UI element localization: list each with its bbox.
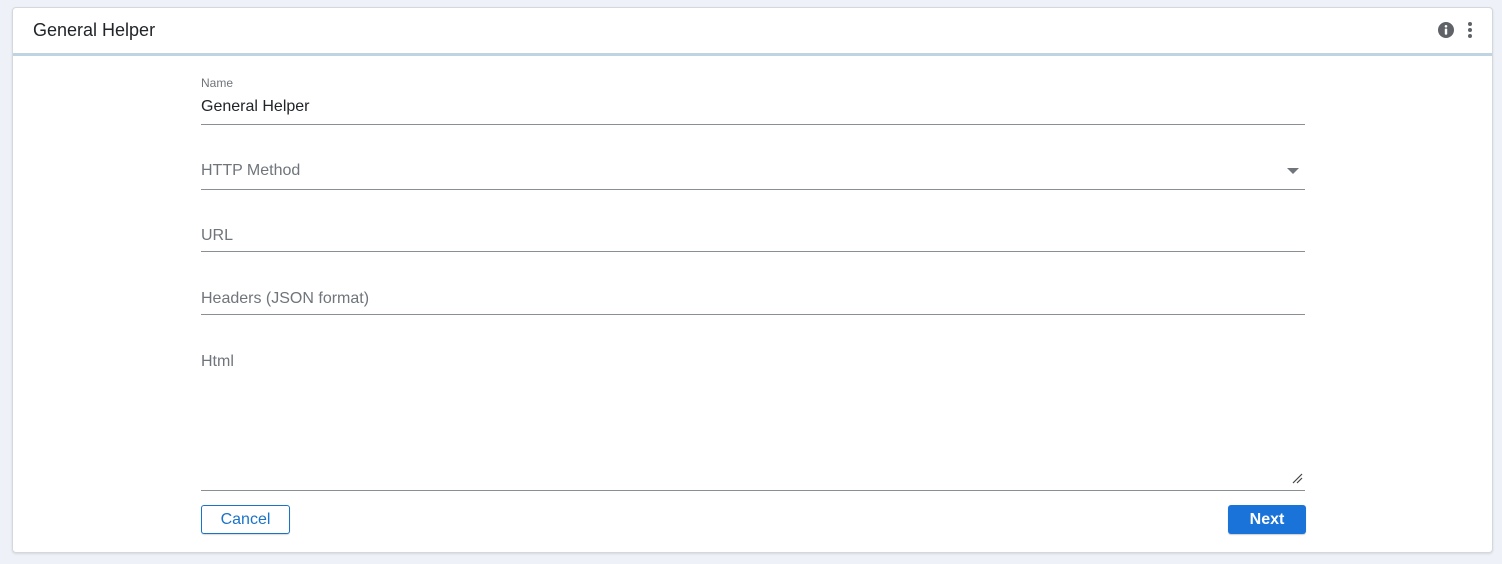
headers-field[interactable]: Headers (JSON format)	[201, 286, 1305, 315]
more-vertical-icon[interactable]	[1462, 21, 1478, 39]
resize-handle-icon[interactable]	[1291, 472, 1303, 484]
http-method-placeholder: HTTP Method	[201, 162, 301, 179]
next-button[interactable]: Next	[1228, 505, 1306, 534]
name-label: Name	[201, 76, 234, 90]
chevron-down-icon[interactable]	[1287, 168, 1299, 174]
card-header: General Helper	[13, 8, 1492, 56]
helper-card: General Helper Name General Helper HTTP …	[12, 7, 1493, 553]
headers-placeholder: Headers (JSON format)	[201, 290, 370, 307]
url-field[interactable]: URL	[201, 223, 1305, 252]
name-field[interactable]: Name General Helper	[201, 76, 1305, 125]
cancel-button[interactable]: Cancel	[201, 505, 290, 534]
name-input[interactable]: General Helper	[201, 98, 310, 116]
card-title: General Helper	[33, 20, 156, 40]
url-placeholder: URL	[201, 227, 234, 244]
html-placeholder: Html	[201, 353, 234, 370]
html-textarea[interactable]: Html	[201, 349, 1305, 491]
info-icon[interactable]	[1438, 22, 1454, 38]
header-icons	[1438, 21, 1478, 39]
http-method-select[interactable]: HTTP Method	[201, 158, 1305, 190]
